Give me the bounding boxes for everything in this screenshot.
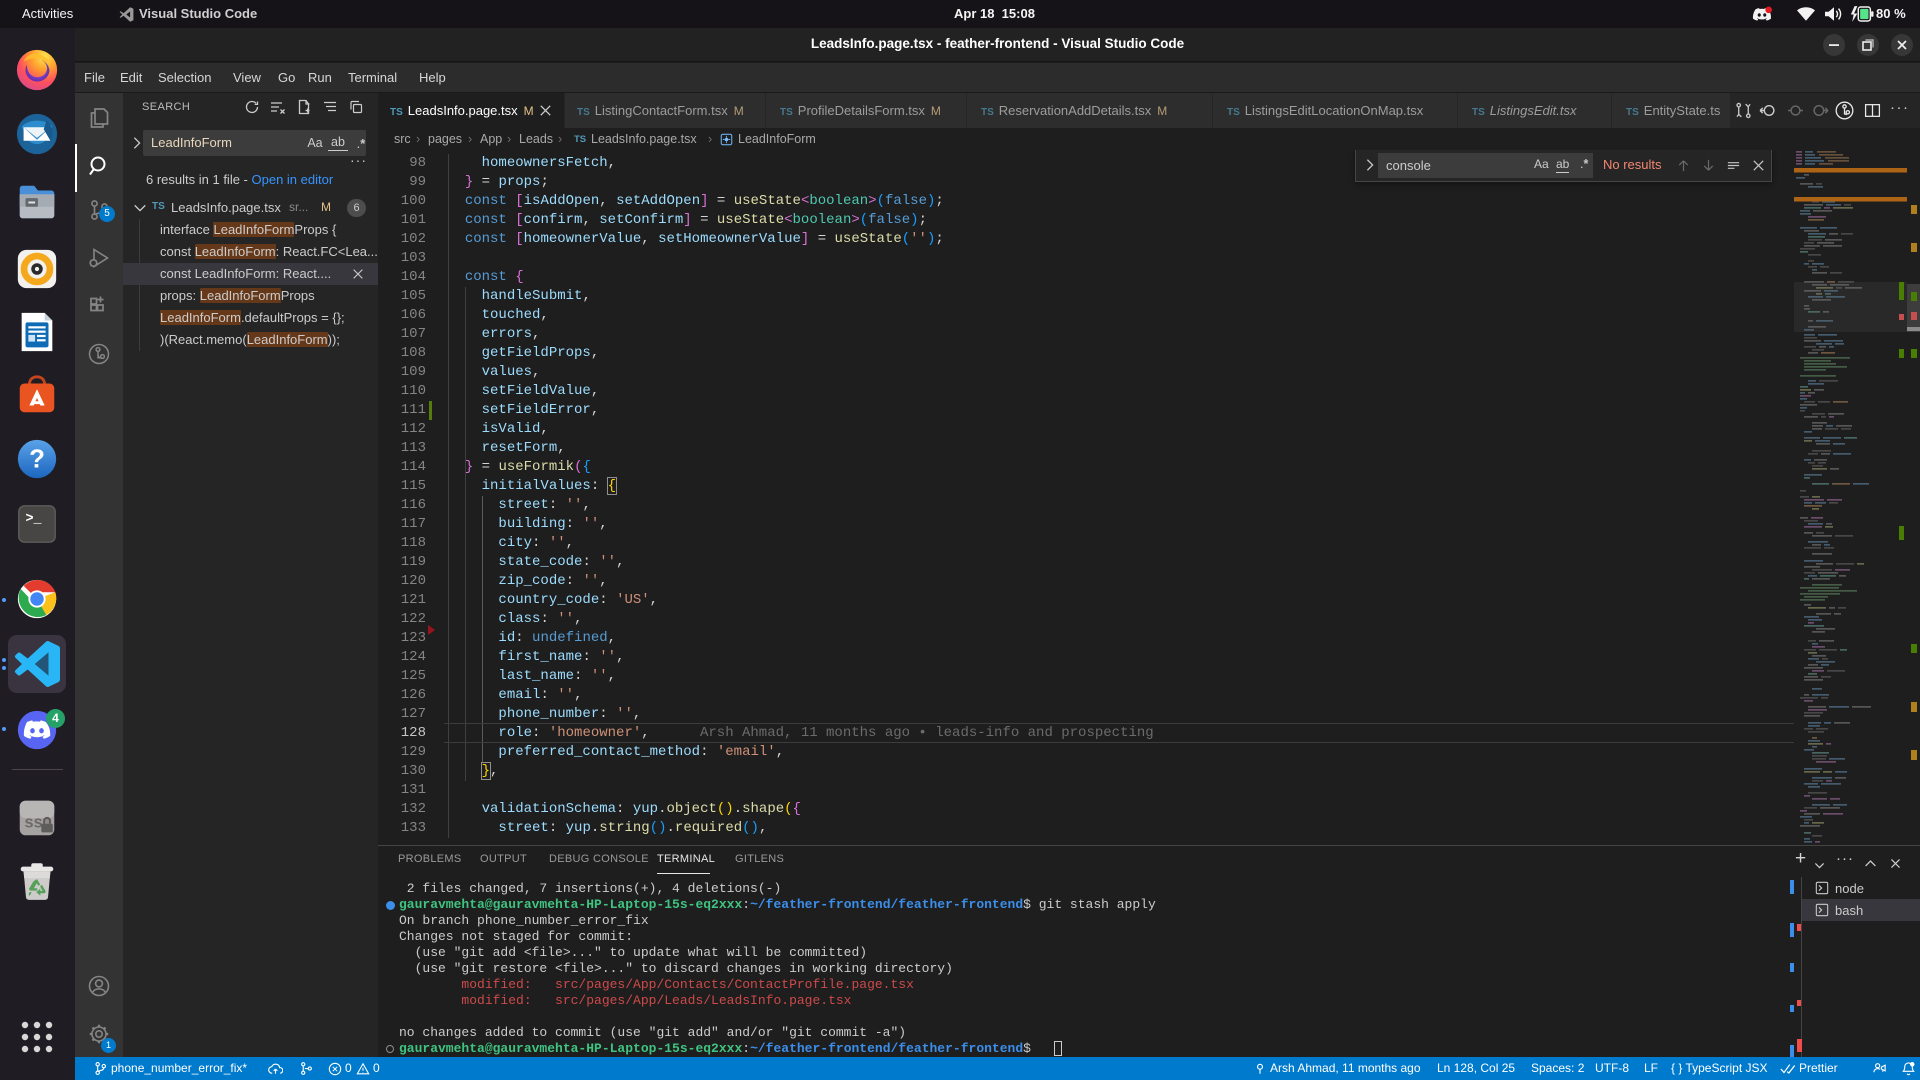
svg-text:>_: >_ — [26, 512, 43, 527]
svg-text:?: ? — [29, 446, 45, 474]
svg-text:ss: ss — [25, 814, 43, 832]
